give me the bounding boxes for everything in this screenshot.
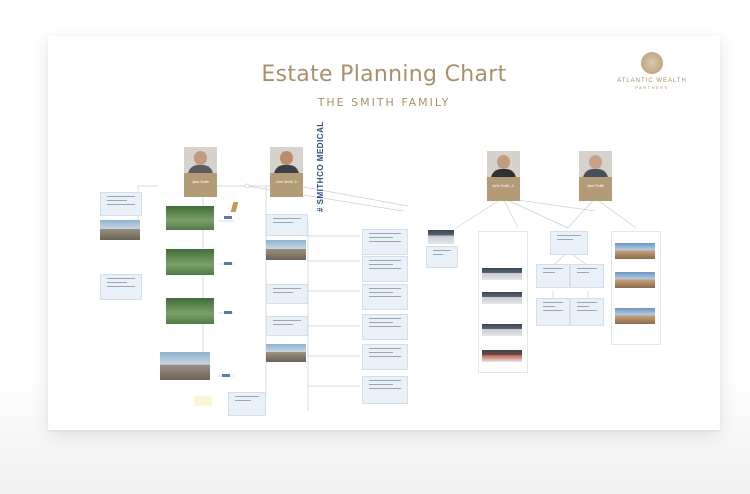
entity-card[interactable] [426, 246, 458, 268]
vehicle-photo [482, 324, 522, 336]
brand-mark: # [316, 207, 325, 212]
subsidiary-card[interactable] [362, 314, 408, 340]
link-marker [224, 311, 232, 314]
person-card[interactable]: John Smith Jr. [270, 147, 303, 197]
estate-chart-sheet: Estate Planning Chart THE SMITH FAMILY A… [48, 36, 720, 430]
trust-card[interactable] [570, 264, 604, 288]
trust-card[interactable] [536, 298, 570, 326]
house-photo [615, 308, 655, 324]
person-photo [270, 147, 303, 173]
person-name: John Smith Jr. [275, 180, 298, 184]
trust-card[interactable] [550, 231, 588, 255]
person-photo [487, 151, 520, 177]
building-photo [266, 240, 306, 260]
note-highlight [194, 396, 212, 406]
subsidiary-card[interactable] [362, 229, 408, 255]
entity-card[interactable] [266, 284, 308, 304]
trust-card[interactable] [100, 192, 142, 216]
property-photo [166, 249, 214, 275]
person-card[interactable]: Jane Smith [184, 147, 217, 197]
person-photo [184, 147, 217, 173]
house-photo [615, 243, 655, 259]
entity-card[interactable] [228, 392, 266, 416]
property-photo [160, 352, 210, 380]
subsidiary-card[interactable] [362, 344, 408, 370]
trust-card[interactable] [100, 274, 142, 300]
link-marker [224, 216, 232, 219]
person-name: Jane Smith [191, 180, 210, 184]
building-photo [266, 344, 306, 362]
person-photo [579, 151, 612, 177]
person-name: John Smith, Jr. [491, 184, 516, 188]
person-card[interactable]: John Smith, Jr. [487, 151, 520, 201]
subsidiary-card[interactable] [362, 284, 408, 310]
person-card[interactable]: Jane Smith [579, 151, 612, 201]
trust-card[interactable] [570, 298, 604, 326]
trust-card[interactable] [536, 264, 570, 288]
property-photo [166, 298, 214, 324]
subsidiary-card[interactable] [362, 376, 408, 404]
entity-card[interactable] [266, 214, 308, 236]
subsidiary-card[interactable] [362, 256, 408, 282]
brand-label: # SMITHCO MEDICAL [316, 121, 325, 212]
property-photo [166, 206, 214, 230]
vehicle-photo [482, 292, 522, 304]
vehicle-photo [482, 350, 522, 362]
entity-card[interactable] [266, 316, 308, 336]
property-photo [100, 220, 140, 240]
link-marker [224, 262, 232, 265]
link-marker [222, 374, 230, 377]
vehicle-photo [482, 268, 522, 280]
house-photo [615, 272, 655, 288]
person-name: Jane Smith [586, 184, 605, 188]
vehicle-photo [428, 230, 454, 244]
